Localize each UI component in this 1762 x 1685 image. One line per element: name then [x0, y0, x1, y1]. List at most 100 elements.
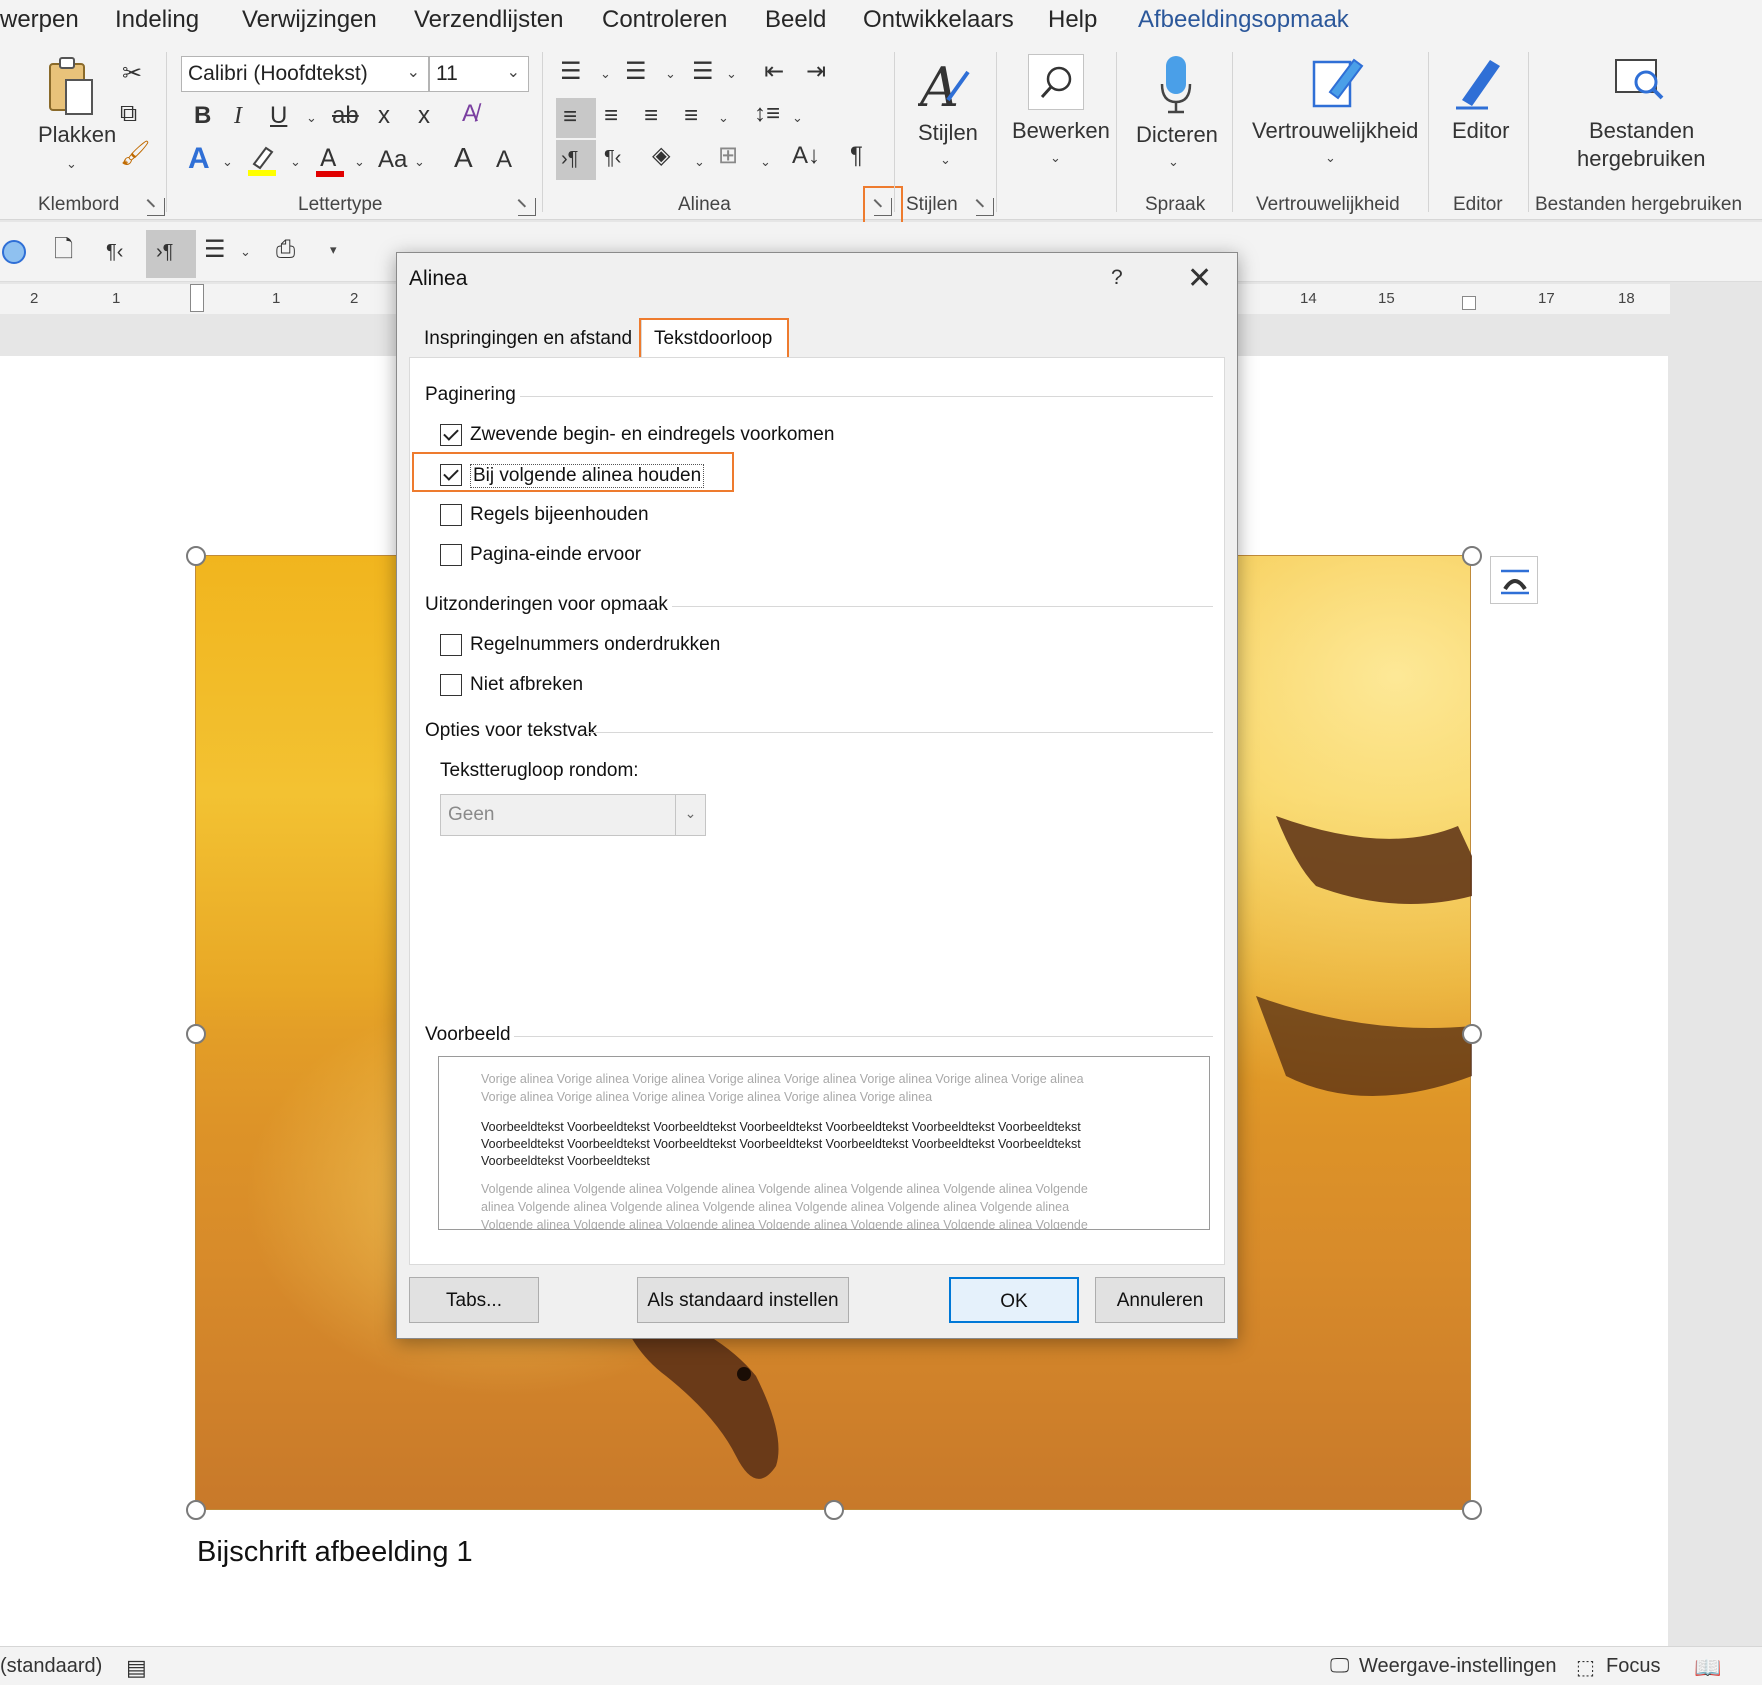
circle-icon[interactable] [2, 240, 26, 264]
paste-button[interactable]: Plakken [38, 122, 116, 148]
chevron-down-icon[interactable]: ⌄ [940, 152, 951, 168]
resize-handle[interactable] [186, 1024, 206, 1044]
styles-icon[interactable]: A [915, 56, 974, 119]
ltr-button[interactable]: ›¶ [146, 230, 196, 278]
resize-handle[interactable] [824, 1500, 844, 1520]
ltr-button[interactable]: ›¶ [556, 140, 596, 180]
menu-item-beeld[interactable]: Beeld [765, 6, 826, 34]
sensitivity-icon[interactable] [1310, 52, 1364, 112]
editor-button[interactable]: Editor [1452, 118, 1509, 144]
styles-button[interactable]: Stijlen [918, 120, 978, 146]
tab-indents-spacing[interactable]: Inspringingen en afstand [424, 328, 632, 350]
font-size-combo[interactable]: 11 ⌄ [429, 56, 529, 92]
resize-handle[interactable] [1462, 1500, 1482, 1520]
stijlen-launcher-icon[interactable] [976, 198, 994, 216]
align-center-icon[interactable]: ≡ [604, 104, 618, 128]
resize-handle[interactable] [1462, 546, 1482, 566]
justify-icon[interactable]: ≡ [684, 104, 698, 128]
strikethrough-button[interactable]: ab [332, 104, 359, 128]
change-case-button[interactable]: Aa [378, 148, 407, 172]
chevron-down-icon[interactable]: ⌄ [354, 154, 365, 170]
italic-button[interactable]: I [234, 104, 242, 128]
chevron-down-icon[interactable]: ⌄ [222, 154, 233, 170]
right-indent-marker[interactable] [1462, 296, 1476, 310]
chevron-down-icon[interactable]: ⌄ [718, 110, 729, 126]
chevron-down-icon[interactable]: ⌄ [290, 154, 301, 170]
font-name-combo[interactable]: Calibri (Hoofdtekst) ⌄ [181, 56, 429, 92]
bullets-icon[interactable]: ☰ [560, 60, 582, 84]
print-preview-icon[interactable]: ⎙ [276, 238, 295, 262]
show-formatting-icon[interactable]: ¶ [850, 144, 863, 168]
chevron-down-icon[interactable]: ⌄ [665, 66, 676, 82]
resize-handle[interactable] [186, 1500, 206, 1520]
menu-item-verzendlijsten[interactable]: Verzendlijsten [414, 6, 563, 34]
menu-item-invoegen[interactable]: werpen [0, 6, 79, 34]
numbering-icon[interactable]: ☰ [625, 60, 647, 84]
line-spacing-icon[interactable]: ↕≡ [754, 102, 780, 126]
menu-item-help[interactable]: Help [1048, 6, 1097, 34]
increase-indent-icon[interactable]: ⇥ [806, 60, 826, 84]
display-settings-icon[interactable]: 🖵 [1330, 1655, 1349, 1678]
menu-item-afbeeldingsopmaak[interactable]: Afbeeldingsopmaak [1138, 6, 1349, 34]
sort-icon[interactable]: A↓ [792, 144, 820, 168]
editor-icon[interactable] [1452, 54, 1508, 114]
menu-item-ontwikkelaars[interactable]: Ontwikkelaars [863, 6, 1014, 34]
chevron-down-icon[interactable]: ⌄ [240, 244, 251, 260]
dictate-button[interactable]: Dicteren [1136, 122, 1218, 148]
chevron-down-icon[interactable]: ⌄ [694, 154, 705, 170]
decrease-indent-icon[interactable]: ⇤ [764, 60, 784, 84]
lettertype-launcher-icon[interactable] [518, 198, 536, 216]
borders-icon[interactable]: ⊞ [718, 144, 738, 168]
help-button[interactable]: ? [1111, 266, 1123, 290]
align-right-icon[interactable]: ≡ [644, 104, 658, 128]
focus-button[interactable]: Focus [1606, 1655, 1660, 1678]
highlight-icon[interactable] [248, 144, 276, 176]
close-icon[interactable]: ✕ [1187, 261, 1212, 296]
shrink-font-button[interactable]: A [496, 148, 512, 172]
chevron-down-icon[interactable]: ⌄ [792, 110, 803, 126]
subscript-button[interactable]: x [378, 104, 390, 128]
rtl-icon[interactable]: ¶‹ [604, 148, 621, 168]
chevron-down-icon[interactable]: ⌄ [306, 110, 317, 126]
macro-record-icon[interactable]: ▤ [126, 1655, 147, 1681]
chevron-down-icon[interactable]: ⌄ [760, 154, 771, 170]
reuse-files-button-line2[interactable]: hergebruiken [1577, 146, 1705, 172]
tabs-button[interactable]: Tabs... [409, 1277, 539, 1323]
search-icon[interactable] [1028, 54, 1084, 110]
superscript-button[interactable]: x [418, 104, 430, 128]
grow-font-button[interactable]: A [454, 144, 473, 172]
rtl-icon[interactable]: ¶‹ [106, 242, 123, 262]
set-default-button[interactable]: Als standaard instellen [637, 1277, 849, 1323]
text-effects-icon[interactable]: A [188, 144, 210, 174]
microphone-icon[interactable] [1158, 54, 1194, 116]
image-caption[interactable]: Bijschrift afbeelding 1 [197, 1536, 473, 1569]
ok-button[interactable]: OK [949, 1277, 1079, 1323]
menu-item-indeling[interactable]: Indeling [115, 6, 199, 34]
focus-icon[interactable]: ⬚ [1576, 1655, 1595, 1680]
shading-icon[interactable]: ◈ [652, 144, 670, 168]
align-left-button[interactable]: ≡ [556, 98, 596, 138]
sensitivity-button[interactable]: Vertrouwelijkheid [1252, 118, 1418, 144]
layout-options-button[interactable] [1490, 556, 1538, 604]
wrap-select[interactable]: Geen ⌄ [440, 794, 706, 836]
chevron-down-icon[interactable]: ⌄ [1325, 150, 1336, 166]
chevron-down-icon[interactable]: ⌄ [726, 66, 737, 82]
bold-button[interactable]: B [194, 104, 211, 128]
underline-button[interactable]: U [270, 104, 287, 128]
status-style[interactable]: (standaard) [0, 1655, 102, 1678]
copy-icon[interactable]: ⧉ [120, 102, 137, 126]
paste-icon[interactable] [44, 56, 96, 118]
chevron-down-icon[interactable]: ⌄ [1168, 154, 1179, 170]
customize-toolbar-icon[interactable]: ▾ [330, 242, 337, 258]
display-settings-button[interactable]: Weergave-instellingen [1359, 1655, 1557, 1678]
klembord-launcher-icon[interactable] [147, 198, 165, 216]
chevron-down-icon[interactable]: ⌄ [414, 154, 425, 170]
reuse-files-button-line1[interactable]: Bestanden [1589, 118, 1694, 144]
chevron-down-icon[interactable]: ⌄ [1050, 150, 1061, 166]
resize-handle[interactable] [186, 546, 206, 566]
resize-handle[interactable] [1462, 1024, 1482, 1044]
reuse-files-icon[interactable] [1612, 54, 1668, 108]
format-painter-icon[interactable]: 🖌 [120, 142, 150, 166]
edit-button[interactable]: Bewerken [1012, 118, 1110, 144]
multilevel-list-icon[interactable]: ☰ [692, 60, 714, 84]
